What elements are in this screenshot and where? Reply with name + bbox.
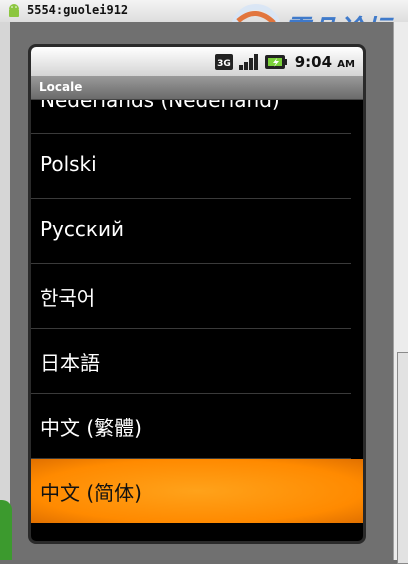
emulator-title: 5554:guolei912 <box>27 3 129 17</box>
clock: 9:04 AM <box>295 53 355 71</box>
locale-item-polish[interactable]: Polski <box>31 134 363 198</box>
side-panel-tab[interactable] <box>397 352 408 564</box>
clock-time: 9:04 <box>294 53 333 71</box>
locale-label: Русский <box>40 217 124 241</box>
locale-item-chinese-simplified[interactable]: 中文 (简体) <box>31 459 363 523</box>
locale-label: Polski <box>40 152 97 176</box>
network-type-label: 3G <box>217 59 231 69</box>
locale-item-dutch[interactable]: Nederlands (Nederland) <box>31 100 363 134</box>
locale-item-russian[interactable]: Русский <box>31 199 363 263</box>
locale-label: 中文 (繁體) <box>40 416 142 440</box>
emulator-side-panel <box>393 22 408 564</box>
emulator-frame-left <box>0 22 10 560</box>
locale-label: 中文 (简体) <box>40 481 142 505</box>
locale-label: 한국어 <box>40 286 96 310</box>
status-bar: 3G 9:04 AM <box>31 47 363 76</box>
signal-strength-icon <box>239 54 258 70</box>
screen-title: Locale <box>39 80 83 94</box>
locale-item-japanese[interactable]: 日本語 <box>31 329 363 393</box>
emulator-corner-decoration <box>0 500 12 560</box>
locale-item-chinese-traditional[interactable]: 中文 (繁體) <box>31 394 363 458</box>
phone-screen: 3G 9:04 AM Locale Nederlands (Nederland)… <box>28 44 366 544</box>
locale-list[interactable]: Nederlands (Nederland) Polski Русский 한국… <box>31 100 363 541</box>
android-robot-icon <box>9 4 19 17</box>
3g-network-icon: 3G <box>215 54 233 70</box>
locale-item-korean[interactable]: 한국어 <box>31 264 363 328</box>
screen-title-bar: Locale <box>31 76 363 100</box>
battery-charging-icon <box>265 55 287 69</box>
locale-label: Nederlands (Nederland) <box>40 100 280 112</box>
clock-ampm: AM <box>337 59 355 70</box>
locale-label: 日本語 <box>40 351 100 375</box>
